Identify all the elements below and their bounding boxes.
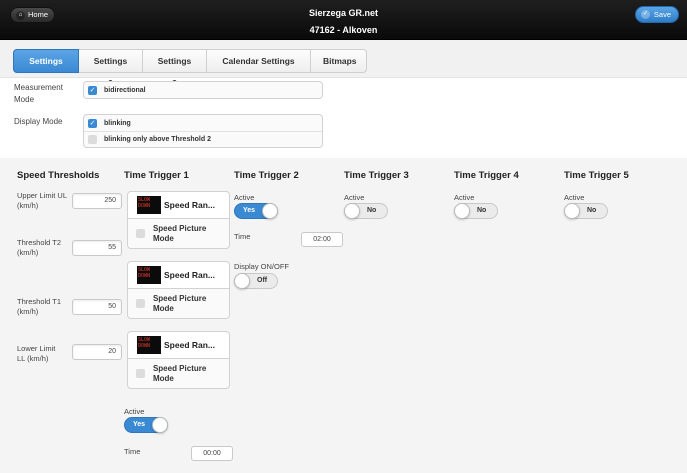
toggle-knob <box>564 203 580 219</box>
trigger-1-bitmap-item: SLOW DOWN Speed Ran... Speed Picture Mod… <box>127 261 230 319</box>
page-subtitle: 47162 - Alkoven <box>309 25 378 35</box>
speed-picture-mode-label: Speed Picture Mode <box>152 363 207 383</box>
tab-settings-3[interactable]: Settings 3 <box>143 49 207 88</box>
measurement-mode-group: ✓ bidirectional <box>83 81 323 99</box>
trigger-1-time-label: Time <box>124 447 141 456</box>
checkbox-empty-icon <box>136 299 145 308</box>
trigger-4-active-toggle[interactable]: No <box>454 203 498 219</box>
trigger-4-active-label: Active <box>454 193 475 202</box>
toggle-label: Yes <box>243 207 256 214</box>
tab-bitmaps[interactable]: Bitmaps <box>311 49 367 73</box>
checkbox-blinking-above-threshold-2[interactable]: blinking only above Threshold 2 <box>84 131 322 147</box>
lower-limit-label: Lower Limit LL (km/h) <box>17 344 56 363</box>
time-trigger-3-heading: Time Trigger 3 <box>344 170 409 181</box>
speed-thresholds-heading: Speed Thresholds <box>17 170 100 181</box>
checkbox-empty-icon <box>136 229 145 238</box>
checkbox-empty-icon <box>88 135 97 144</box>
bitmap-name: Speed Ran... <box>164 200 216 210</box>
led-bitmap-preview: SLOW DOWN <box>137 336 161 354</box>
tab-settings-2[interactable]: Settings 2 <box>79 49 143 88</box>
trigger-1-time-input[interactable]: 00:00 <box>191 446 233 461</box>
toggle-label: No <box>367 207 377 214</box>
page-title: Sierzega GR.net <box>308 8 379 18</box>
threshold-t2-input[interactable]: 55 <box>72 240 122 256</box>
trigger-2-time-input[interactable]: 02:00 <box>301 232 343 247</box>
trigger-2-active-toggle[interactable]: Yes <box>234 203 278 219</box>
speed-picture-mode-checkbox[interactable]: Speed Picture Mode <box>127 219 230 249</box>
display-mode-label: Display Mode <box>14 117 63 126</box>
led-bitmap-preview: SLOW DOWN <box>137 266 161 284</box>
toggle-knob <box>152 417 168 433</box>
checkbox-blinking[interactable]: ✓ blinking <box>84 115 322 131</box>
threshold-t2-label: Threshold T2 (km/h) <box>17 238 62 257</box>
checkbox-empty-icon <box>136 369 145 378</box>
trigger-1-active-toggle[interactable]: Yes <box>124 417 168 433</box>
trigger-5-active-label: Active <box>564 193 585 202</box>
bitmap-name: Speed Ran... <box>164 340 216 350</box>
speed-picture-mode-checkbox[interactable]: Speed Picture Mode <box>127 359 230 389</box>
tab-bar: Settings 1 Settings 2 Settings 3 Calenda… <box>13 49 367 88</box>
speed-picture-mode-checkbox[interactable]: Speed Picture Mode <box>127 289 230 319</box>
toggle-knob <box>454 203 470 219</box>
checkmark-icon: ✓ <box>88 85 97 95</box>
toggle-knob <box>344 203 360 219</box>
toggle-knob <box>234 273 250 289</box>
speed-picture-mode-label: Speed Picture Mode <box>152 223 207 243</box>
time-trigger-2-heading: Time Trigger 2 <box>234 170 299 181</box>
save-button-label: Save <box>653 10 671 19</box>
checkbox-bidirectional[interactable]: ✓ bidirectional <box>84 82 322 98</box>
bitmap-select[interactable]: SLOW DOWN Speed Ran... <box>127 191 230 219</box>
measurement-mode-label: Measurement Mode <box>14 83 63 104</box>
tab-settings-1[interactable]: Settings 1 <box>13 49 79 88</box>
upper-limit-input[interactable]: 250 <box>72 193 122 209</box>
time-trigger-5-heading: Time Trigger 5 <box>564 170 629 181</box>
display-mode-group: ✓ blinking blinking only above Threshold… <box>83 114 323 148</box>
tab-calendar-settings[interactable]: Calendar Settings <box>207 49 311 73</box>
app-header: ⌂ Home Sierzega GR.net 47162 - Alkoven ✓… <box>0 0 687 40</box>
display-on-off-label: Display ON/OFF <box>234 262 290 271</box>
time-trigger-1-heading: Time Trigger 1 <box>124 170 189 181</box>
trigger-3-active-label: Active <box>344 193 365 202</box>
bitmap-select[interactable]: SLOW DOWN Speed Ran... <box>127 331 230 359</box>
trigger-5-active-toggle[interactable]: No <box>564 203 608 219</box>
bitmap-name: Speed Ran... <box>164 270 216 280</box>
speed-picture-mode-label: Speed Picture Mode <box>152 293 207 313</box>
trigger-1-bitmap-item: SLOW DOWN Speed Ran... Speed Picture Mod… <box>127 331 230 389</box>
trigger-1-bitmap-item: SLOW DOWN Speed Ran... Speed Picture Mod… <box>127 191 230 249</box>
toggle-label: Off <box>257 277 268 284</box>
checkbox-label: blinking <box>104 119 131 127</box>
toggle-label: No <box>477 207 487 214</box>
trigger-3-active-toggle[interactable]: No <box>344 203 388 219</box>
threshold-t1-input[interactable]: 50 <box>72 299 122 315</box>
trigger-2-time-label: Time <box>234 232 251 241</box>
threshold-t1-label: Threshold T1 (km/h) <box>17 297 62 316</box>
bitmap-select[interactable]: SLOW DOWN Speed Ran... <box>127 261 230 289</box>
check-icon: ✓ <box>640 10 650 19</box>
led-bitmap-preview: SLOW DOWN <box>137 196 161 214</box>
time-trigger-4-heading: Time Trigger 4 <box>454 170 519 181</box>
checkmark-icon: ✓ <box>88 118 97 128</box>
lower-limit-input[interactable]: 20 <box>72 344 122 360</box>
toggle-knob <box>262 203 278 219</box>
toggle-label: No <box>587 207 597 214</box>
upper-limit-label: Upper Limit UL (km/h) <box>17 191 67 210</box>
checkbox-label: blinking only above Threshold 2 <box>104 136 211 143</box>
toggle-label: Yes <box>133 421 146 428</box>
display-on-off-toggle[interactable]: Off <box>234 273 278 289</box>
trigger-2-active-label: Active <box>234 193 255 202</box>
trigger-1-active-label: Active <box>124 407 145 416</box>
save-button[interactable]: ✓ Save <box>634 6 679 23</box>
checkbox-label: bidirectional <box>104 86 146 94</box>
